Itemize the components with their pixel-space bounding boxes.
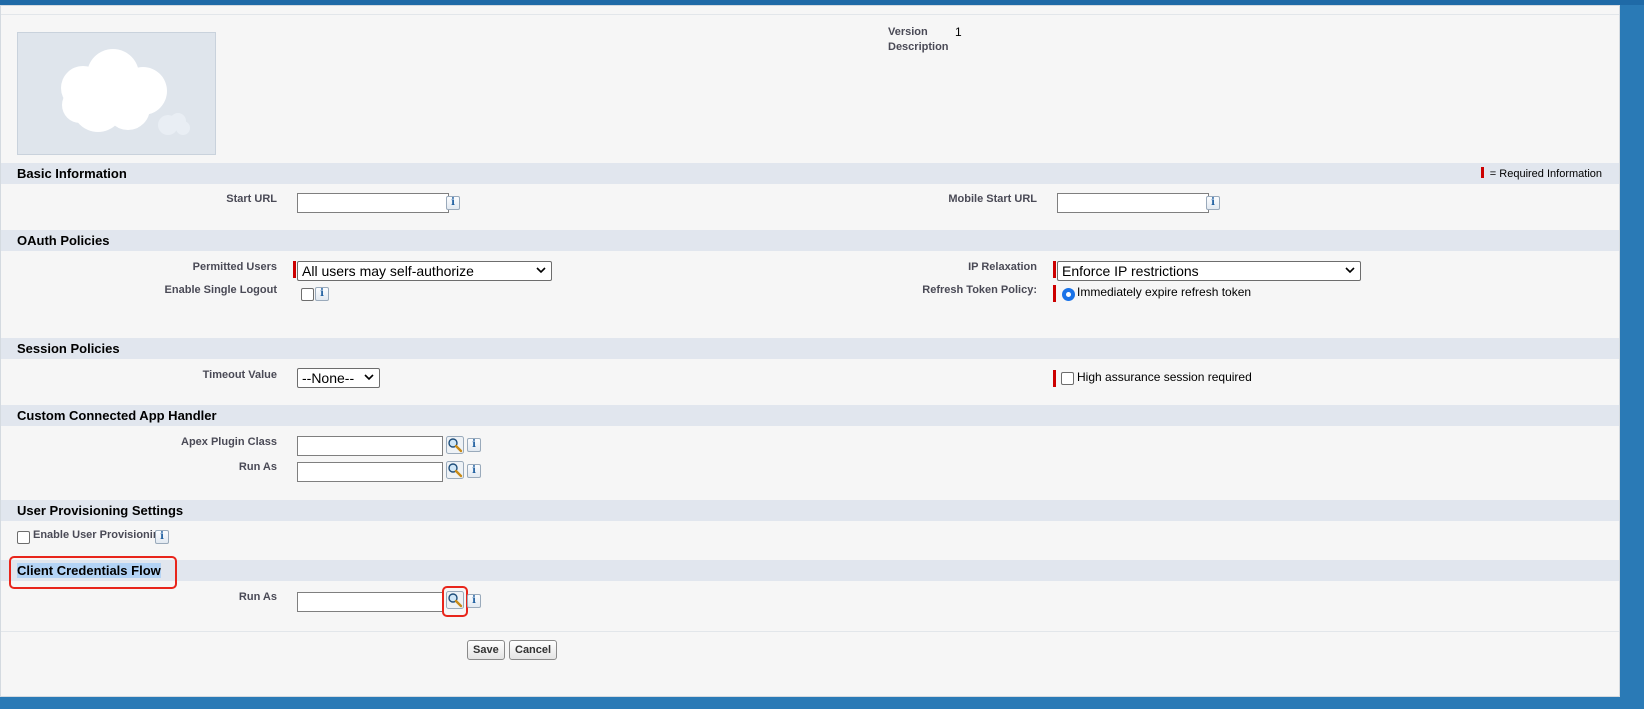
version-value: 1 <box>955 25 962 39</box>
ip-relaxation-select[interactable]: Enforce IP restrictions <box>1057 261 1361 281</box>
mobile-start-url-label: Mobile Start URL <box>948 193 1037 205</box>
permitted-users-select[interactable]: All users may self-authorize <box>297 261 552 281</box>
timeout-value-select[interactable]: --None-- <box>297 368 380 388</box>
ip-relaxation-value: Enforce IP restrictions <box>1062 263 1199 279</box>
enable-user-provisioning-checkbox[interactable] <box>17 531 30 544</box>
handler-run-as-label: Run As <box>238 461 277 473</box>
basic-information-header: Basic Information = Required Information <box>1 163 1619 184</box>
refresh-token-option: Immediately expire refresh token <box>1077 285 1252 299</box>
mobile-start-url-input[interactable] <box>1057 193 1209 213</box>
client-credentials-run-as-input[interactable] <box>297 592 443 612</box>
timeout-value: --None-- <box>302 370 355 386</box>
permitted-users-value: All users may self-authorize <box>302 263 474 279</box>
info-icon[interactable]: i <box>467 594 481 608</box>
ip-relaxation-label: IP Relaxation <box>968 261 1037 273</box>
info-icon[interactable]: i <box>446 196 460 210</box>
panel-divider <box>1 14 1619 15</box>
start-url-label: Start URL <box>226 193 277 205</box>
required-bar <box>1480 167 1484 178</box>
user-provisioning-header: User Provisioning Settings <box>1 500 1619 521</box>
page-scrollbar-area[interactable] <box>1620 5 1644 709</box>
version-label: Version <box>888 26 928 38</box>
client-credentials-header: Client Credentials Flow <box>1 560 1619 581</box>
cloud-logo-icon <box>61 49 190 135</box>
save-button[interactable]: Save <box>467 640 505 660</box>
single-logout-checkbox[interactable] <box>301 288 314 301</box>
annotation-highlight <box>9 556 177 589</box>
handler-run-as-input[interactable] <box>297 462 443 482</box>
timeout-value-label: Timeout Value <box>202 369 277 381</box>
info-icon[interactable]: i <box>155 530 169 544</box>
session-policies-header: Session Policies <box>1 338 1619 359</box>
required-indicator <box>1053 370 1056 387</box>
chevron-down-icon <box>536 267 546 274</box>
high-assurance-label: High assurance session required <box>1077 370 1252 384</box>
high-assurance-checkbox[interactable] <box>1061 372 1074 385</box>
refresh-token-label: Refresh Token Policy: <box>922 284 1037 296</box>
section-title: Basic Information <box>17 166 127 181</box>
info-icon[interactable]: i <box>1206 196 1220 210</box>
section-title: Custom Connected App Handler <box>17 408 217 423</box>
required-legend-text: = Required Information <box>1489 168 1602 180</box>
section-title: User Provisioning Settings <box>17 503 184 518</box>
info-icon[interactable]: i <box>467 464 481 478</box>
lookup-magnifier-icon[interactable] <box>446 436 464 454</box>
cancel-button[interactable]: Cancel <box>509 640 558 660</box>
description-label: Description <box>888 41 949 53</box>
info-icon[interactable]: i <box>315 287 329 301</box>
section-title: Session Policies <box>17 341 120 356</box>
footer-divider <box>1 631 1619 632</box>
section-title: OAuth Policies <box>17 233 110 248</box>
permitted-users-label: Permitted Users <box>192 261 277 273</box>
info-icon[interactable]: i <box>467 438 481 452</box>
client-credentials-run-as-label: Run As <box>238 591 277 603</box>
custom-handler-header: Custom Connected App Handler <box>1 405 1619 426</box>
enable-user-provisioning-label: Enable User Provisioning <box>33 529 167 541</box>
required-indicator <box>1053 261 1056 278</box>
single-logout-label: Enable Single Logout <box>164 284 277 296</box>
oauth-policies-header: OAuth Policies <box>1 230 1619 251</box>
required-indicator <box>1053 285 1056 302</box>
apex-plugin-class-input[interactable] <box>297 436 443 456</box>
required-indicator <box>293 261 296 278</box>
required-legend: = Required Information <box>1480 167 1602 180</box>
refresh-token-radio[interactable] <box>1062 288 1075 301</box>
start-url-input[interactable] <box>297 193 449 213</box>
connected-app-edit-panel: Version 1 Description Basic Information … <box>0 5 1620 697</box>
app-logo <box>17 32 216 155</box>
annotation-highlight <box>442 586 468 617</box>
chevron-down-icon <box>364 374 374 381</box>
lookup-magnifier-icon[interactable] <box>446 461 464 479</box>
apex-plugin-class-label: Apex Plugin Class <box>181 436 277 448</box>
chevron-down-icon <box>1345 267 1355 274</box>
